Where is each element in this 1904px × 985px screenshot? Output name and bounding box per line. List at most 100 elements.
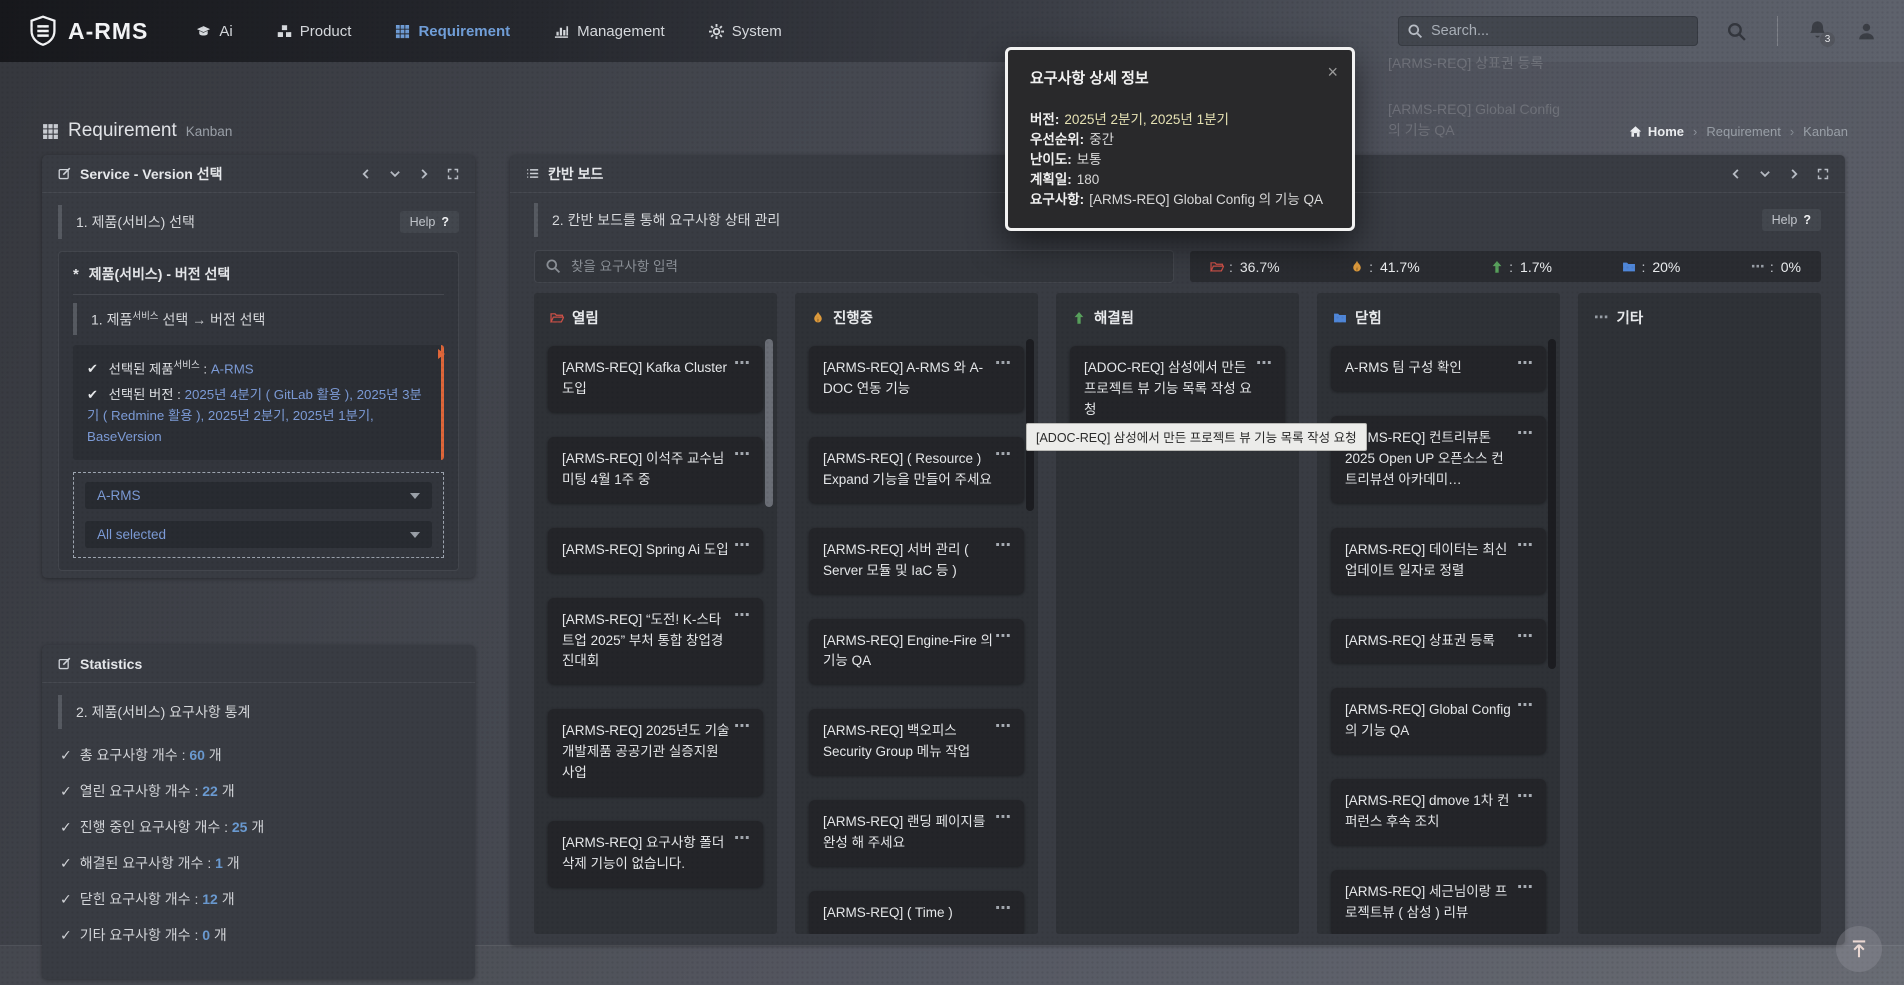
kanban-card[interactable]: [ADOC-REQ] 삼성에서 만든 프로젝트 뷰 기능 목록 작성 요청⋯ — [1070, 346, 1285, 433]
chevron-right-icon[interactable] — [418, 168, 430, 180]
kanban-card[interactable]: [ARMS-REQ] dmove 1차 컨퍼런스 후속 조치⋯ — [1331, 779, 1546, 845]
kanban-card[interactable]: [ARMS-REQ] 데이터는 최신 업데이트 일자로 정렬⋯ — [1331, 528, 1546, 594]
card-menu-icon[interactable]: ⋯ — [995, 443, 1012, 468]
breadcrumb-item-requirement[interactable]: Requirement — [1706, 124, 1780, 139]
service-panel-header: Service - Version 선택 — [42, 155, 475, 193]
service-panel-title: Service - Version 선택 — [58, 164, 223, 184]
card-menu-icon[interactable]: ⋯ — [995, 534, 1012, 559]
card-title: [ARMS-REQ] ( Resource ) Expand 기능을 만들어 주… — [823, 451, 992, 487]
column-scrollbar[interactable] — [765, 339, 773, 507]
card-menu-icon[interactable]: ⋯ — [734, 604, 751, 629]
version-select[interactable]: All selected — [85, 521, 432, 548]
nav-item-ai[interactable]: Ai — [196, 23, 232, 40]
card-menu-icon[interactable]: ⋯ — [1517, 534, 1534, 559]
selected-version-line: ✔ 선택된 버전 : 2025년 4분기 ( GitLab 활용 ), 2025… — [87, 384, 427, 448]
kanban-card[interactable]: [ARMS-REQ] “도전! K-스타트업 2025” 부처 통합 창업경진대… — [548, 598, 763, 685]
modal-field-label: 난이도: — [1030, 152, 1072, 167]
chevron-down-icon[interactable] — [1759, 168, 1771, 180]
kanban-card[interactable]: [ARMS-REQ] 랜딩 페이지를 완성 해 주세요⋯ — [809, 800, 1024, 866]
nav-menu: Ai Product Requirement Management System — [196, 23, 781, 40]
kanban-card[interactable]: [ARMS-REQ] 백오피스 Security Group 메뉴 작업⋯ — [809, 709, 1024, 775]
navbar-right: 3 — [1398, 16, 1876, 46]
selected-product-value: A-RMS — [211, 361, 254, 376]
stat-line: ✓해결된 요구사항 개수 : 1 개 — [60, 853, 457, 873]
kanban-column-open: 열림[ARMS-REQ] Kafka Cluster 도입⋯[ARMS-REQ]… — [534, 293, 777, 934]
divider — [73, 294, 444, 295]
kanban-card[interactable]: [ARMS-REQ] 세근님이랑 프로젝트뷰 ( 삼성 ) 리뷰⋯ — [1331, 870, 1546, 934]
user-menu-button[interactable] — [1857, 22, 1876, 41]
nav-item-system[interactable]: System — [709, 23, 782, 40]
nav-item-product[interactable]: Product — [277, 23, 352, 40]
search-button[interactable] — [1726, 21, 1747, 42]
card-menu-icon[interactable]: ⋯ — [1517, 694, 1534, 719]
card-menu-icon[interactable]: ⋯ — [995, 625, 1012, 650]
kanban-card[interactable]: [ARMS-REQ] A-RMS 와 A-DOC 연동 기능⋯ — [809, 346, 1024, 412]
product-select[interactable]: A-RMS — [85, 482, 432, 509]
card-menu-icon[interactable]: ⋯ — [734, 443, 751, 468]
chevron-right-icon[interactable] — [1788, 168, 1800, 180]
expand-icon[interactable] — [447, 168, 459, 180]
status-percentage-item: :20% — [1622, 259, 1680, 275]
nav-item-management[interactable]: Management — [554, 23, 665, 40]
kanban-card[interactable]: A-RMS 팀 구성 확인⋯ — [1331, 346, 1546, 391]
column-scrollbar[interactable] — [1548, 339, 1556, 669]
kanban-card[interactable]: [ARMS-REQ] ( Time )⋯ — [809, 891, 1024, 934]
grid-icon — [395, 24, 410, 39]
modal-field: 계획일:180 — [1030, 170, 1330, 190]
card-menu-icon[interactable]: ⋯ — [1517, 625, 1534, 650]
card-menu-icon[interactable]: ⋯ — [1517, 422, 1534, 447]
chevron-left-icon[interactable] — [1730, 168, 1742, 180]
card-menu-icon[interactable]: ⋯ — [995, 897, 1012, 922]
stat-line: ✓기타 요구사항 개수 : 0 개 — [60, 925, 457, 945]
kanban-card[interactable]: [ARMS-REQ] 이석주 교수님 미팅 4월 1주 중⋯ — [548, 437, 763, 503]
statistics-panel: Statistics 2. 제품(서비스) 요구사항 통계 ✓총 요구사항 개수… — [42, 645, 475, 979]
kanban-card[interactable]: [ARMS-REQ] 요구사항 폴더 삭제 기능이 없습니다.⋯ — [548, 821, 763, 887]
card-menu-icon[interactable]: ⋯ — [734, 827, 751, 852]
check-icon: ✔ — [87, 387, 98, 402]
card-menu-icon[interactable]: ⋯ — [1517, 352, 1534, 377]
card-menu-icon[interactable]: ⋯ — [734, 715, 751, 740]
card-menu-icon[interactable]: ⋯ — [1517, 785, 1534, 810]
kanban-card[interactable]: [ARMS-REQ] ( Resource ) Expand 기능을 만들어 주… — [809, 437, 1024, 503]
notifications-button[interactable]: 3 — [1808, 20, 1827, 42]
card-menu-icon[interactable]: ⋯ — [995, 352, 1012, 377]
card-menu-icon[interactable]: ⋯ — [734, 352, 751, 377]
breadcrumb-item-kanban[interactable]: Kanban — [1803, 124, 1848, 139]
kanban-card[interactable]: [ARMS-REQ] 상표권 등록⋯ — [1331, 619, 1546, 664]
kanban-help-button[interactable]: Help ? — [1762, 209, 1821, 231]
service-help-button[interactable]: Help ? — [400, 211, 459, 233]
chevron-left-icon[interactable] — [360, 168, 372, 180]
modal-field: 버전:2025년 2분기, 2025년 1분기 — [1030, 110, 1330, 130]
status-percentage-item: :1.7% — [1490, 259, 1552, 275]
kanban-search-input[interactable] — [534, 250, 1174, 283]
kanban-columns: 열림[ARMS-REQ] Kafka Cluster 도입⋯[ARMS-REQ]… — [534, 293, 1821, 934]
close-icon[interactable]: × — [1327, 62, 1338, 83]
card-menu-icon[interactable]: ⋯ — [995, 806, 1012, 831]
app-logo-text: A-RMS — [68, 18, 148, 45]
status-percentage-bar: :36.7%:41.7%:1.7%:20%⋯:0% — [1190, 251, 1821, 282]
expand-icon[interactable] — [1817, 168, 1829, 180]
kanban-step-label: 2. 칸반 보드를 통해 요구사항 상태 관리 — [552, 210, 780, 230]
subpanel-title: * 제품(서비스) - 버전 선택 — [73, 264, 444, 284]
card-menu-icon[interactable]: ⋯ — [1517, 876, 1534, 901]
card-menu-icon[interactable]: ⋯ — [995, 715, 1012, 740]
question-icon: ? — [1803, 213, 1811, 227]
app-logo[interactable]: A-RMS — [28, 15, 148, 47]
kanban-card[interactable]: [ARMS-REQ] 서버 관리 ( Server 모듈 및 IaC 등 )⋯ — [809, 528, 1024, 594]
scroll-to-top-button[interactable] — [1836, 926, 1882, 972]
kanban-card[interactable]: [ARMS-REQ] Global Config 의 기능 QA⋯ — [1331, 688, 1546, 754]
card-menu-icon[interactable]: ⋯ — [734, 534, 751, 559]
kanban-card[interactable]: [ARMS-REQ] Engine-Fire 의 기능 QA⋯ — [809, 619, 1024, 685]
stat-line: ✓열린 요구사항 개수 : 22 개 — [60, 781, 457, 801]
kanban-card[interactable]: [ARMS-REQ] Kafka Cluster 도입⋯ — [548, 346, 763, 412]
nav-item-requirement[interactable]: Requirement — [395, 23, 510, 40]
global-search-input[interactable] — [1398, 16, 1698, 46]
stat-value: 0 — [202, 927, 210, 943]
grad-icon — [196, 24, 211, 39]
card-menu-icon[interactable]: ⋯ — [1256, 352, 1273, 377]
chevron-down-icon[interactable] — [389, 168, 401, 180]
kanban-card[interactable]: [ARMS-REQ] 2025년도 기술개발제품 공공기관 실증지원 사업⋯ — [548, 709, 763, 796]
breadcrumb-item-home[interactable]: Home — [1629, 124, 1684, 139]
status-percentage-value: 1.7% — [1520, 259, 1552, 275]
kanban-card[interactable]: [ARMS-REQ] Spring Ai 도입⋯ — [548, 528, 763, 573]
